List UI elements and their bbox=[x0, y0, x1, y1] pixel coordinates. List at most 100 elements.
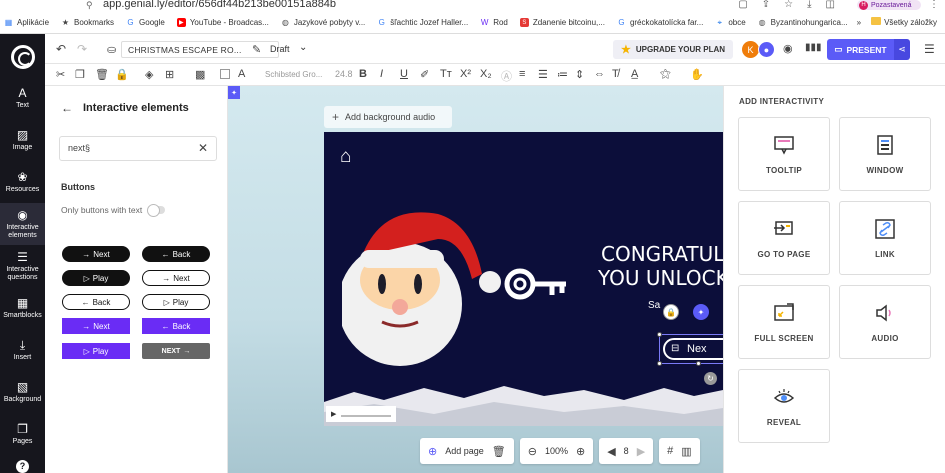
rail-item-text[interactable]: A Text bbox=[0, 77, 45, 119]
clear-format-icon[interactable]: T̸ bbox=[612, 68, 619, 80]
delete-icon[interactable]: 🗑 bbox=[95, 68, 109, 81]
interactivity-card-window[interactable]: WINDOW bbox=[839, 117, 931, 191]
stats-icon[interactable]: ▮▮▮ bbox=[805, 42, 822, 53]
superscript-icon[interactable]: X² bbox=[460, 68, 471, 80]
bookmark-item[interactable]: ▶ YouTube - Broadcas... bbox=[176, 18, 269, 27]
audio-player[interactable]: ▶ bbox=[326, 406, 396, 422]
layers-icon[interactable]: ◈ bbox=[145, 68, 153, 81]
delete-page-icon[interactable]: 🗑 bbox=[492, 445, 506, 458]
font-family-select[interactable]: Schibsted Gro... bbox=[265, 70, 322, 79]
subtitle-text[interactable]: Sa bbox=[648, 300, 660, 311]
rail-item-image[interactable]: ▨ Image bbox=[0, 119, 45, 161]
text-style-icon[interactable]: A̲ bbox=[631, 68, 638, 80]
download-icon[interactable]: ⤓ bbox=[807, 0, 811, 10]
bookmark-item[interactable]: ★ Bookmarks bbox=[61, 18, 114, 27]
rail-item-insert[interactable]: ⤓ Insert bbox=[0, 329, 45, 371]
bookmark-item[interactable]: Ggréckokatolícka far... bbox=[617, 18, 703, 27]
slide[interactable]: ⌂ CONGRATUL YOU UNLOCK T Sa 🔒 ✦ bbox=[324, 132, 723, 426]
zoom-out-icon[interactable]: ⊖ bbox=[528, 445, 537, 458]
share-icon[interactable]: ⇪ bbox=[762, 0, 770, 10]
button-preset-play[interactable]: ▷ Play bbox=[62, 343, 130, 359]
rail-item-background[interactable]: ▧ Background bbox=[0, 371, 45, 413]
resize-handle[interactable] bbox=[696, 361, 701, 366]
zoom-in-icon[interactable]: ⊕ bbox=[576, 445, 585, 458]
site-info-icon[interactable]: ⚲ bbox=[86, 0, 93, 11]
help-button[interactable]: ? bbox=[0, 455, 45, 473]
align-icon[interactable]: ⊞ bbox=[165, 68, 174, 81]
profile-button[interactable]: H Pozastavená bbox=[857, 0, 921, 10]
copy-icon[interactable]: ❐ bbox=[75, 68, 85, 81]
bookmark-item[interactable]: ◍ Byzantinohungarica... bbox=[758, 18, 848, 27]
congrats-heading-line1[interactable]: CONGRATUL bbox=[601, 243, 723, 265]
genially-logo[interactable] bbox=[10, 45, 35, 69]
prev-page-icon[interactable]: ◀ bbox=[607, 445, 615, 458]
transparency-icon[interactable]: ▩ bbox=[195, 68, 205, 81]
button-preset-back[interactable]: ← Back bbox=[142, 246, 210, 262]
slide-next-button[interactable]: ⊟ Nex bbox=[663, 338, 723, 360]
bookmark-item[interactable]: G Google bbox=[126, 18, 164, 27]
text-color-icon[interactable]: A bbox=[238, 68, 245, 80]
cut-icon[interactable]: ✂ bbox=[56, 68, 65, 81]
clear-search-icon[interactable]: ✕ bbox=[198, 141, 208, 155]
audio-progress-bar[interactable] bbox=[341, 415, 392, 417]
undo-icon[interactable]: ↶ bbox=[56, 42, 66, 56]
interactivity-card-reveal[interactable]: REVEAL bbox=[738, 369, 830, 443]
upgrade-plan-button[interactable]: ★ UPGRADE YOUR PLAN bbox=[613, 40, 733, 59]
zoom-level[interactable]: 100% bbox=[545, 446, 568, 456]
interactivity-card-audio[interactable]: AUDIO bbox=[839, 285, 931, 359]
lock-icon[interactable]: 🔒 bbox=[663, 304, 679, 320]
pin-icon[interactable]: ✦ bbox=[228, 86, 240, 99]
chevron-down-icon[interactable]: ⌄ bbox=[299, 42, 307, 53]
play-icon[interactable]: ▶ bbox=[331, 410, 336, 418]
line-height-icon[interactable]: ⇕ bbox=[575, 68, 584, 81]
canvas-area[interactable]: ✦ + Add background audio ⌂ CONGRATUL YOU… bbox=[228, 86, 723, 473]
numbered-list-icon[interactable]: ≔ bbox=[557, 68, 568, 81]
interactivity-card-go-to-page[interactable]: GO TO PAGE bbox=[738, 201, 830, 275]
present-button[interactable]: ▭ PRESENT bbox=[827, 39, 894, 60]
rail-item-pages[interactable]: ❐ Pages bbox=[0, 413, 45, 455]
hamburger-menu-icon[interactable]: ☰ bbox=[924, 42, 935, 56]
collaborator-avatar[interactable]: K bbox=[742, 41, 759, 58]
add-page-label[interactable]: Add page bbox=[445, 446, 484, 456]
interactivity-card-link[interactable]: LINK bbox=[839, 201, 931, 275]
add-page-icon[interactable]: ⊕ bbox=[428, 445, 437, 458]
bullet-list-icon[interactable]: ☰ bbox=[538, 68, 548, 81]
more-bookmarks-icon[interactable]: » bbox=[857, 18, 861, 27]
bookmark-item[interactable]: ◍ Jazykové pobyty v... bbox=[281, 18, 365, 27]
draft-status[interactable]: Draft bbox=[270, 44, 290, 54]
interactivity-card-full-screen[interactable]: FULL SCREEN bbox=[738, 285, 830, 359]
italic-icon[interactable]: I bbox=[380, 68, 383, 80]
button-preset-back[interactable]: ← Back bbox=[142, 318, 210, 334]
interactivity-card-tooltip[interactable]: TOOLTIP bbox=[738, 117, 830, 191]
page-number[interactable]: 8 bbox=[624, 446, 629, 456]
resize-handle[interactable] bbox=[657, 361, 662, 366]
search-input[interactable]: next§ ✕ bbox=[59, 136, 217, 161]
interactivity-icon[interactable]: ✦ bbox=[693, 304, 709, 320]
pages-view-icon[interactable]: ▥ bbox=[681, 445, 691, 458]
bold-icon[interactable]: B bbox=[359, 68, 367, 80]
lock-icon[interactable]: 🔒 bbox=[115, 68, 129, 81]
subscript-icon[interactable]: X₂ bbox=[480, 68, 492, 80]
split-view-icon[interactable]: ◫ bbox=[826, 0, 835, 10]
underline-icon[interactable]: U bbox=[400, 68, 408, 80]
url-text[interactable]: app.genial.ly/editor/656df44b213be00151a… bbox=[103, 0, 336, 10]
button-preset-back[interactable]: ← Back bbox=[62, 294, 130, 310]
button-preset-next[interactable]: → Next bbox=[62, 246, 130, 262]
bookmark-item[interactable]: W Rod bbox=[480, 18, 508, 27]
align-left-icon[interactable]: ≡ bbox=[519, 68, 525, 80]
button-preset-play[interactable]: ▷ Play bbox=[62, 270, 130, 286]
rail-item-interactive-questions[interactable]: ☰ Interactive questions bbox=[0, 245, 45, 287]
next-page-icon[interactable]: ▶ bbox=[637, 445, 645, 458]
highlight-icon[interactable]: ✐ bbox=[420, 68, 429, 81]
user-avatar-icon[interactable]: ● bbox=[758, 41, 775, 58]
browser-url-bar[interactable]: ⚲ app.genial.ly/editor/656df44b213be0015… bbox=[0, 0, 945, 12]
text-effect-icon[interactable]: Ⓐ bbox=[501, 68, 512, 84]
home-icon[interactable]: ⌂ bbox=[340, 146, 351, 168]
bookmark-item[interactable]: ⌖ obce bbox=[715, 18, 746, 28]
bookmark-item[interactable]: S Zdanenie bitcoinu,... bbox=[519, 18, 605, 27]
all-bookmarks-folder[interactable]: Všetky záložky bbox=[871, 17, 937, 27]
grid-icon[interactable]: # bbox=[667, 445, 673, 457]
button-preset-play[interactable]: ▷ Play bbox=[142, 294, 210, 310]
button-preset-next[interactable]: → Next bbox=[142, 270, 210, 286]
bookmark-item[interactable]: Gšľachtic Jozef Haller... bbox=[377, 18, 469, 27]
